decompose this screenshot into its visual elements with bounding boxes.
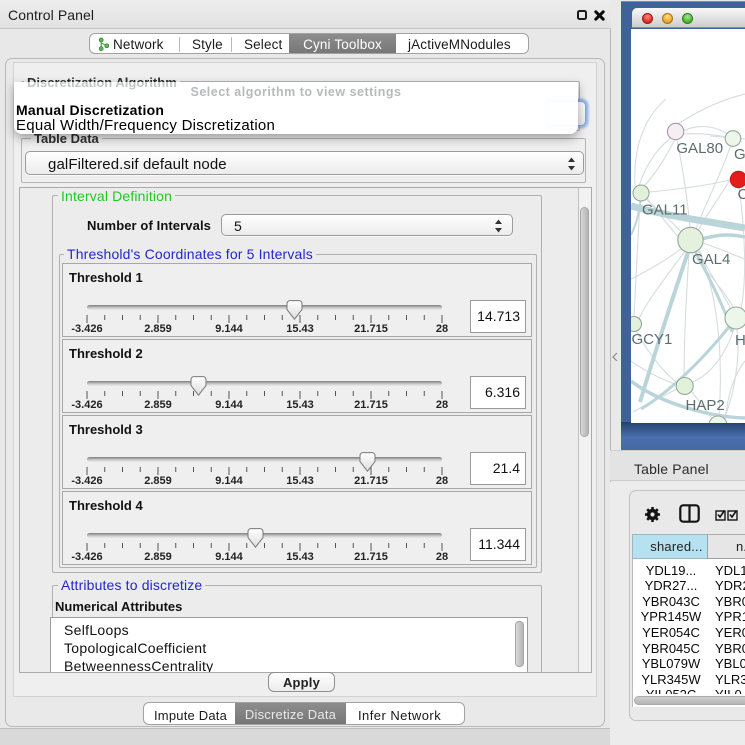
svg-text:GCY1: GCY1 xyxy=(632,331,673,348)
svg-text:GAL11: GAL11 xyxy=(642,202,688,219)
svg-text:HAP2: HAP2 xyxy=(686,397,725,414)
svg-text:GA: GA xyxy=(734,146,745,163)
svg-text:C: C xyxy=(738,186,745,203)
svg-text:GAL80: GAL80 xyxy=(676,140,723,157)
svg-text:GAL4: GAL4 xyxy=(692,251,730,268)
svg-text:H: H xyxy=(735,332,745,349)
